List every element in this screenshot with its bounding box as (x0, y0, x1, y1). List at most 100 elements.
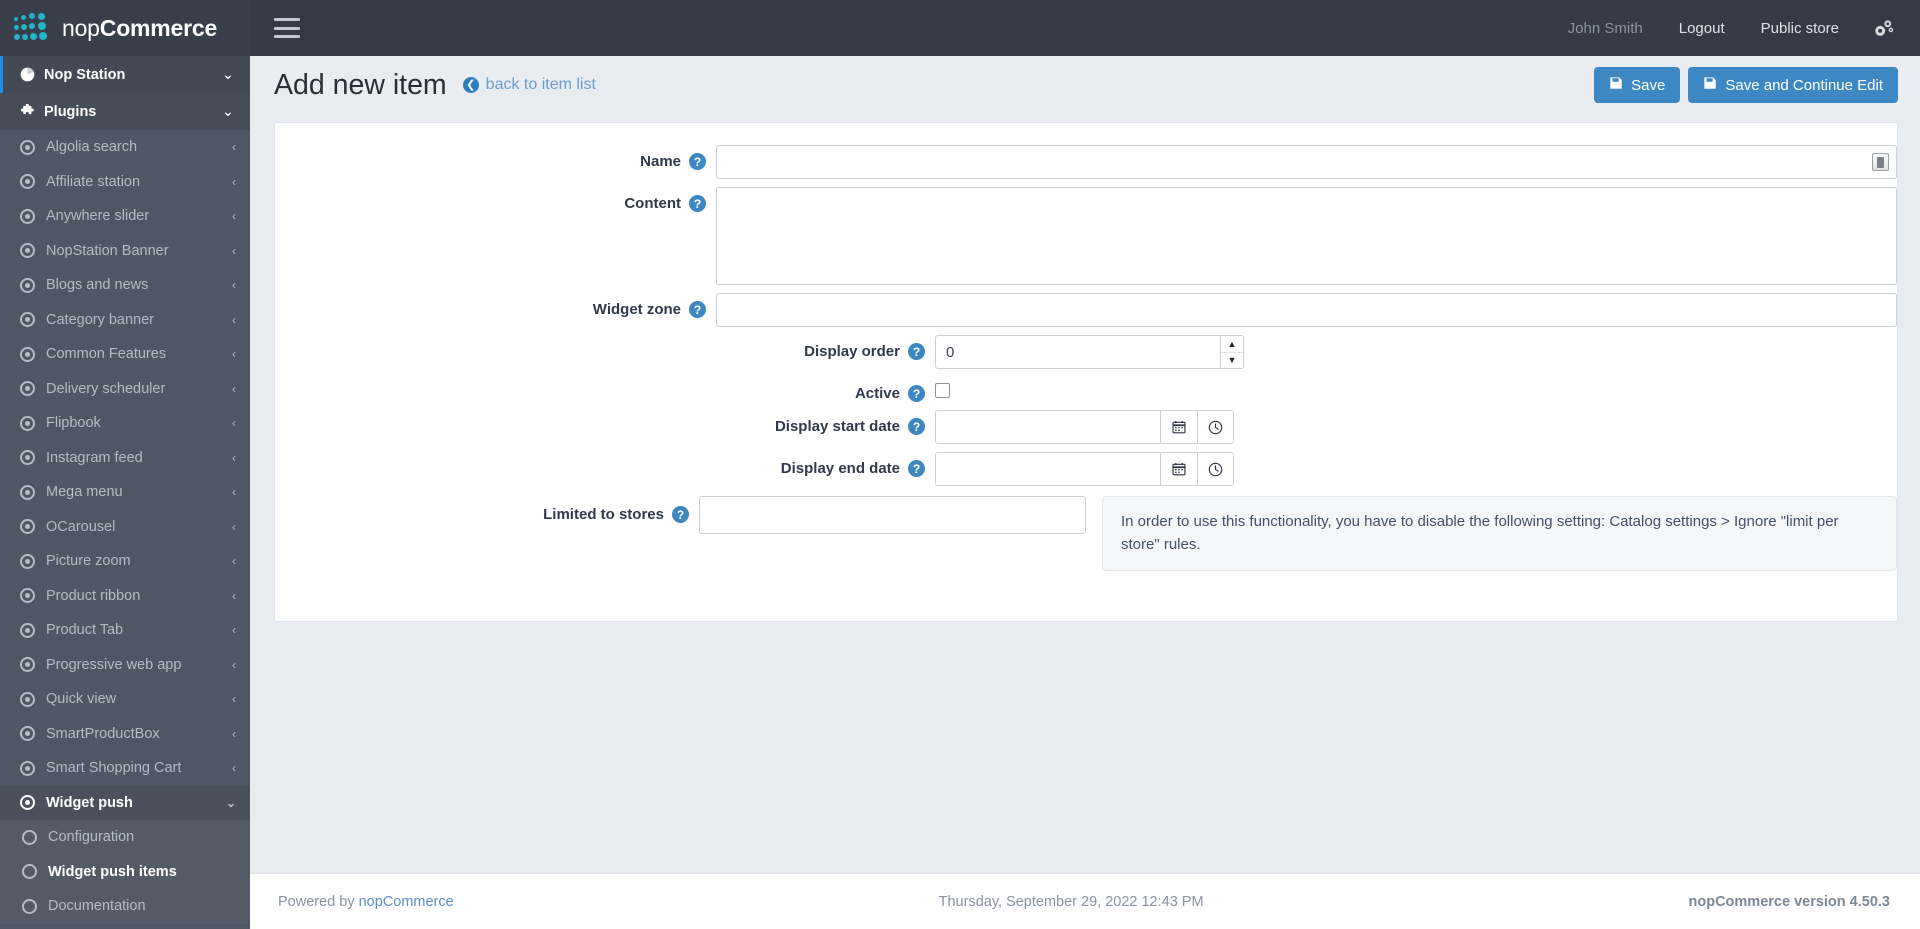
save-and-continue-edit-button[interactable]: Save and Continue Edit (1688, 67, 1898, 103)
hamburger-icon[interactable] (274, 18, 300, 38)
footer-powered-by-text: Powered by (278, 894, 359, 910)
sidebar-item-label: OCarousel (46, 519, 228, 535)
page-action-buttons: Save Save and Continue Edit (1594, 67, 1898, 103)
content-textarea[interactable] (716, 187, 1897, 285)
sidebar-item[interactable]: OCarousel‹ (0, 510, 250, 545)
sidebar-section-nop-station[interactable]: Nop Station ⌄ (0, 56, 250, 93)
sidebar-sub-item[interactable]: Documentation (0, 889, 250, 924)
chevron-left-icon: ‹ (228, 313, 236, 327)
brand-logo[interactable]: nopCommerce (0, 0, 250, 56)
name-input[interactable] (716, 145, 1897, 179)
form-row-active: Active ? (275, 377, 1897, 402)
limited-to-stores-input[interactable] (699, 496, 1086, 534)
sidebar-item[interactable]: Common Features‹ (0, 337, 250, 372)
footer-nopcommerce-link[interactable]: nopCommerce (359, 894, 454, 910)
help-icon[interactable]: ? (908, 460, 925, 477)
active-label-group: Active ? (275, 377, 935, 402)
radio-dot-icon (20, 657, 46, 672)
sidebar-item-label: Product ribbon (46, 588, 228, 604)
sidebar-item-label: Smart Shopping Cart (46, 760, 228, 776)
calendar-icon[interactable] (1160, 452, 1197, 486)
contact-card-icon[interactable] (1872, 153, 1889, 171)
form-row-display-start-date: Display start date ? (275, 410, 1897, 444)
help-icon[interactable]: ? (672, 506, 689, 523)
sidebar-item[interactable]: Flipbook‹ (0, 406, 250, 441)
help-icon[interactable]: ? (908, 385, 925, 402)
sidebar-item[interactable]: Category banner‹ (0, 303, 250, 338)
chevron-left-icon: ‹ (228, 658, 236, 672)
help-icon[interactable]: ? (908, 418, 925, 435)
sidebar-item[interactable]: Anywhere slider‹ (0, 199, 250, 234)
main-content: Add new item ❮ back to item list Save Sa… (250, 56, 1920, 873)
help-icon[interactable]: ? (689, 195, 706, 212)
sidebar-item[interactable]: Instagram feed‹ (0, 441, 250, 476)
display-end-date-input[interactable] (935, 452, 1160, 486)
calendar-icon[interactable] (1160, 410, 1197, 444)
radio-dot-icon (20, 485, 46, 500)
gear-icon[interactable] (1857, 19, 1898, 38)
radio-empty-icon (22, 830, 48, 845)
radio-dot-icon (20, 347, 46, 362)
display-end-date-label-group: Display end date ? (275, 452, 935, 477)
sidebar-item[interactable]: Affiliate station‹ (0, 165, 250, 200)
sidebar-item-label: Anywhere slider (46, 208, 228, 224)
radio-dot-icon (20, 588, 46, 603)
save-and-continue-button-label: Save and Continue Edit (1725, 77, 1883, 94)
clock-icon[interactable] (1197, 410, 1234, 444)
widget-zone-input[interactable] (716, 293, 1897, 327)
sidebar-item[interactable]: Picture zoom‹ (0, 544, 250, 579)
sidebar-item[interactable]: NopStation Banner‹ (0, 234, 250, 269)
stepper-down-icon[interactable]: ▼ (1221, 353, 1243, 369)
save-button[interactable]: Save (1594, 67, 1680, 103)
display-order-input[interactable] (935, 335, 1220, 369)
active-field-wrapper (935, 377, 1897, 398)
form-row-limited-to-stores: Limited to stores ? In order to use this… (275, 496, 1897, 571)
sidebar-section-label: Plugins (44, 104, 222, 120)
sidebar-item-label: Delivery scheduler (46, 381, 228, 397)
form-row-display-end-date: Display end date ? (275, 452, 1897, 486)
sidebar-item[interactable]: Quick view‹ (0, 682, 250, 717)
help-icon[interactable]: ? (908, 343, 925, 360)
sidebar-item[interactable]: Algolia search‹ (0, 130, 250, 165)
logout-link[interactable]: Logout (1661, 20, 1743, 37)
sidebar-item-widget-push[interactable]: Widget push ⌄ (0, 786, 250, 821)
clock-icon[interactable] (1197, 452, 1234, 486)
sidebar-item[interactable]: Product ribbon‹ (0, 579, 250, 614)
display-start-date-input[interactable] (935, 410, 1160, 444)
sidebar-item-label: Quick view (46, 691, 228, 707)
back-to-item-list-link[interactable]: ❮ back to item list (463, 76, 596, 94)
help-icon[interactable]: ? (689, 153, 706, 170)
sidebar-sub-item-label: Widget push items (48, 864, 236, 880)
sidebar-item[interactable]: Smart Shopping Cart‹ (0, 751, 250, 786)
stepper-up-icon[interactable]: ▲ (1221, 336, 1243, 353)
sidebar-item-label: NopStation Banner (46, 243, 228, 259)
sidebar-sub-item[interactable]: Configuration (0, 820, 250, 855)
chevron-left-icon: ‹ (228, 589, 236, 603)
public-store-link[interactable]: Public store (1743, 20, 1857, 37)
help-icon[interactable]: ? (689, 301, 706, 318)
sidebar-section-plugins[interactable]: Plugins ⌄ (0, 93, 250, 130)
sidebar-item[interactable]: SmartProductBox‹ (0, 717, 250, 752)
radio-dot-icon (20, 623, 46, 638)
sidebar-item[interactable]: Product Tab‹ (0, 613, 250, 648)
name-label: Name (640, 153, 681, 170)
floppy-disk-icon (1609, 76, 1623, 94)
footer-powered-by: Powered by nopCommerce (278, 894, 454, 910)
sidebar-item[interactable]: Delivery scheduler‹ (0, 372, 250, 407)
sidebar-item[interactable]: Blogs and news‹ (0, 268, 250, 303)
sidebar-item[interactable]: Progressive web app‹ (0, 648, 250, 683)
current-user-label: John Smith (1550, 20, 1661, 37)
form-row-content: Content ? * (275, 187, 1897, 285)
radio-dot-icon (20, 209, 46, 224)
brand-light: nop (62, 15, 100, 41)
page-footer: Powered by nopCommerce Thursday, Septemb… (250, 873, 1920, 929)
limited-to-stores-field-wrapper: In order to use this functionality, you … (699, 496, 1897, 571)
display-order-stepper[interactable]: ▲ ▼ (1220, 335, 1244, 369)
sidebar-sub-item[interactable]: Widget push items (0, 855, 250, 890)
radio-empty-icon (22, 899, 48, 914)
display-end-date-group (935, 452, 1234, 486)
widget-zone-label-group: Widget zone ? (275, 293, 716, 318)
chevron-left-icon: ‹ (228, 554, 236, 568)
sidebar-item[interactable]: Mega menu‹ (0, 475, 250, 510)
active-checkbox[interactable] (935, 383, 950, 398)
